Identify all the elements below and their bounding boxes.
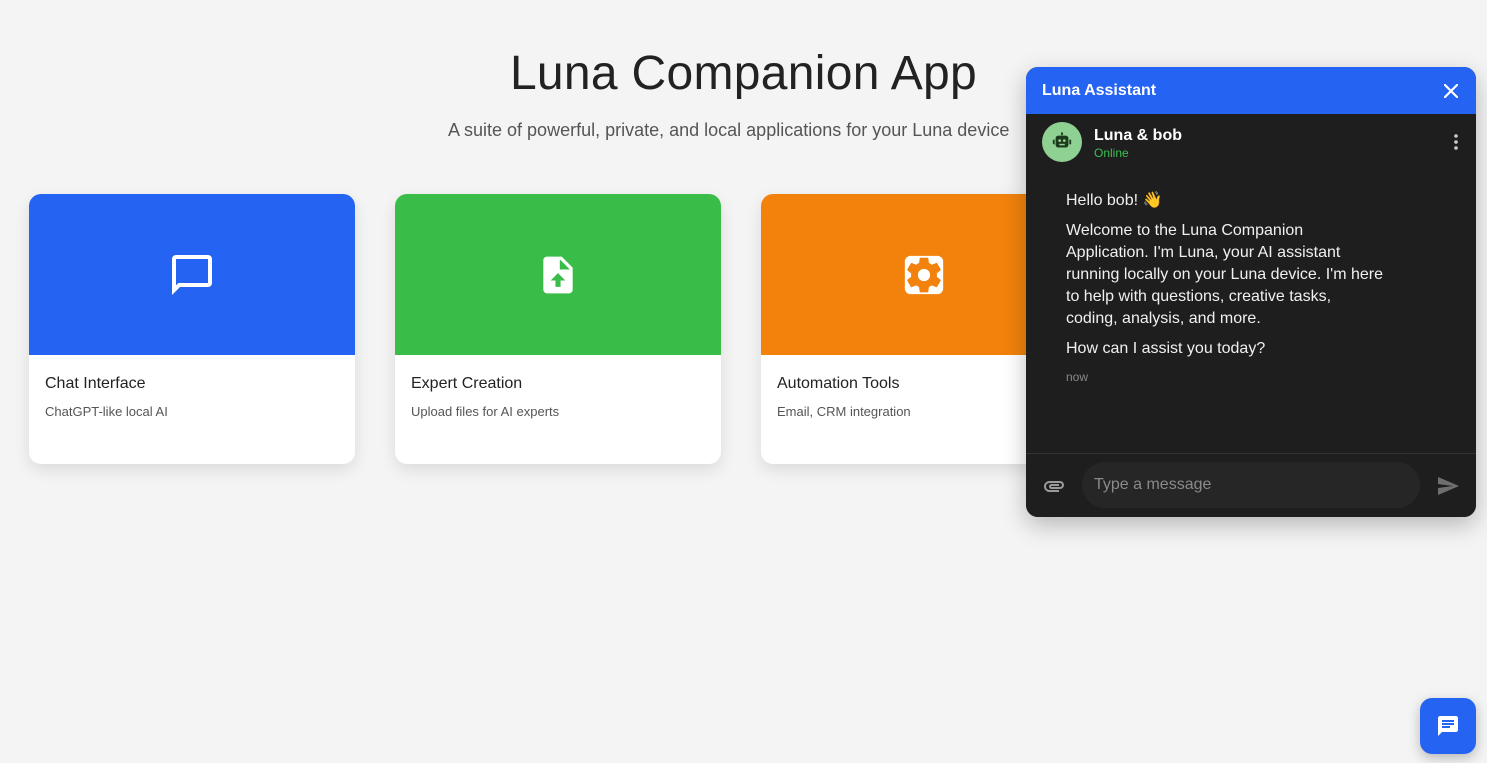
card-banner [395, 194, 721, 355]
assistant-message: Hello bob! 👋 Welcome to the Luna Compani… [1066, 190, 1386, 388]
chat-contact-bar: Luna & bob Online [1026, 114, 1476, 172]
contact-status: Online [1094, 146, 1129, 160]
open-chat-button[interactable] [1420, 698, 1476, 754]
gear-icon [904, 255, 944, 294]
paperclip-icon [1044, 481, 1064, 492]
card-chat-interface[interactable]: Chat Interface ChatGPT-like local AI [29, 194, 355, 464]
avatar [1042, 122, 1082, 162]
attach-button[interactable] [1042, 474, 1066, 498]
card-title: Expert Creation [411, 375, 523, 392]
message-question: How can I assist you today? [1066, 340, 1266, 357]
contact-name: Luna & bob [1094, 127, 1182, 144]
chat-icon [1438, 716, 1458, 736]
message-greeting: Hello bob! 👋 [1066, 192, 1163, 209]
chat-header: Luna Assistant [1026, 67, 1476, 114]
chat-header-title: Luna Assistant [1042, 81, 1157, 99]
message-body: Welcome to the Luna Companion Applicatio… [1066, 222, 1384, 327]
chat-panel: Luna Assistant Luna & bob Online Hello b… [1026, 67, 1476, 517]
message-list: Hello bob! 👋 Welcome to the Luna Compani… [1026, 172, 1476, 452]
message-input[interactable] [1082, 462, 1420, 508]
send-icon [1438, 477, 1459, 495]
robot-icon [1052, 132, 1072, 148]
message-composer [1026, 453, 1476, 517]
file-upload-icon [543, 256, 573, 293]
card-expert-creation[interactable]: Expert Creation Upload files for AI expe… [395, 194, 721, 464]
card-description: ChatGPT-like local AI [45, 404, 168, 419]
more-options-button[interactable] [1448, 132, 1464, 152]
message-timestamp: now [1066, 370, 1089, 384]
page-subtitle: A suite of powerful, private, and local … [448, 120, 1010, 140]
close-chat-button[interactable] [1442, 82, 1460, 100]
more-vertical-icon [1454, 134, 1458, 150]
close-icon [1444, 83, 1458, 98]
card-banner [29, 194, 355, 355]
send-button[interactable] [1436, 474, 1460, 498]
card-description: Upload files for AI experts [411, 404, 560, 419]
chat-bubble-icon [172, 254, 212, 295]
card-title: Chat Interface [45, 375, 146, 392]
